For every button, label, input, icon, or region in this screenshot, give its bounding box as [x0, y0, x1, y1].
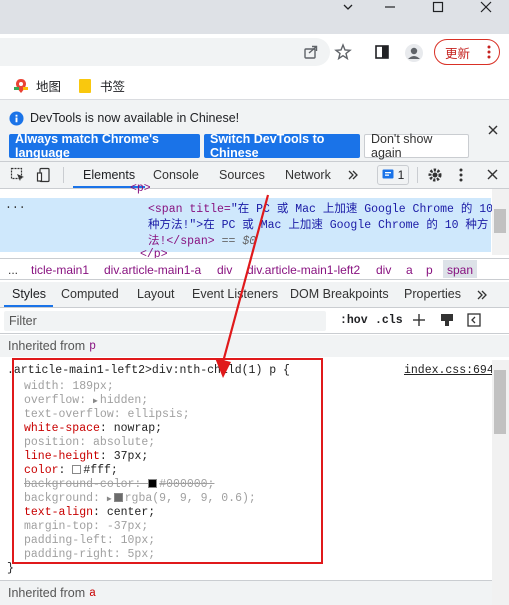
annotation-arrow	[215, 194, 270, 378]
